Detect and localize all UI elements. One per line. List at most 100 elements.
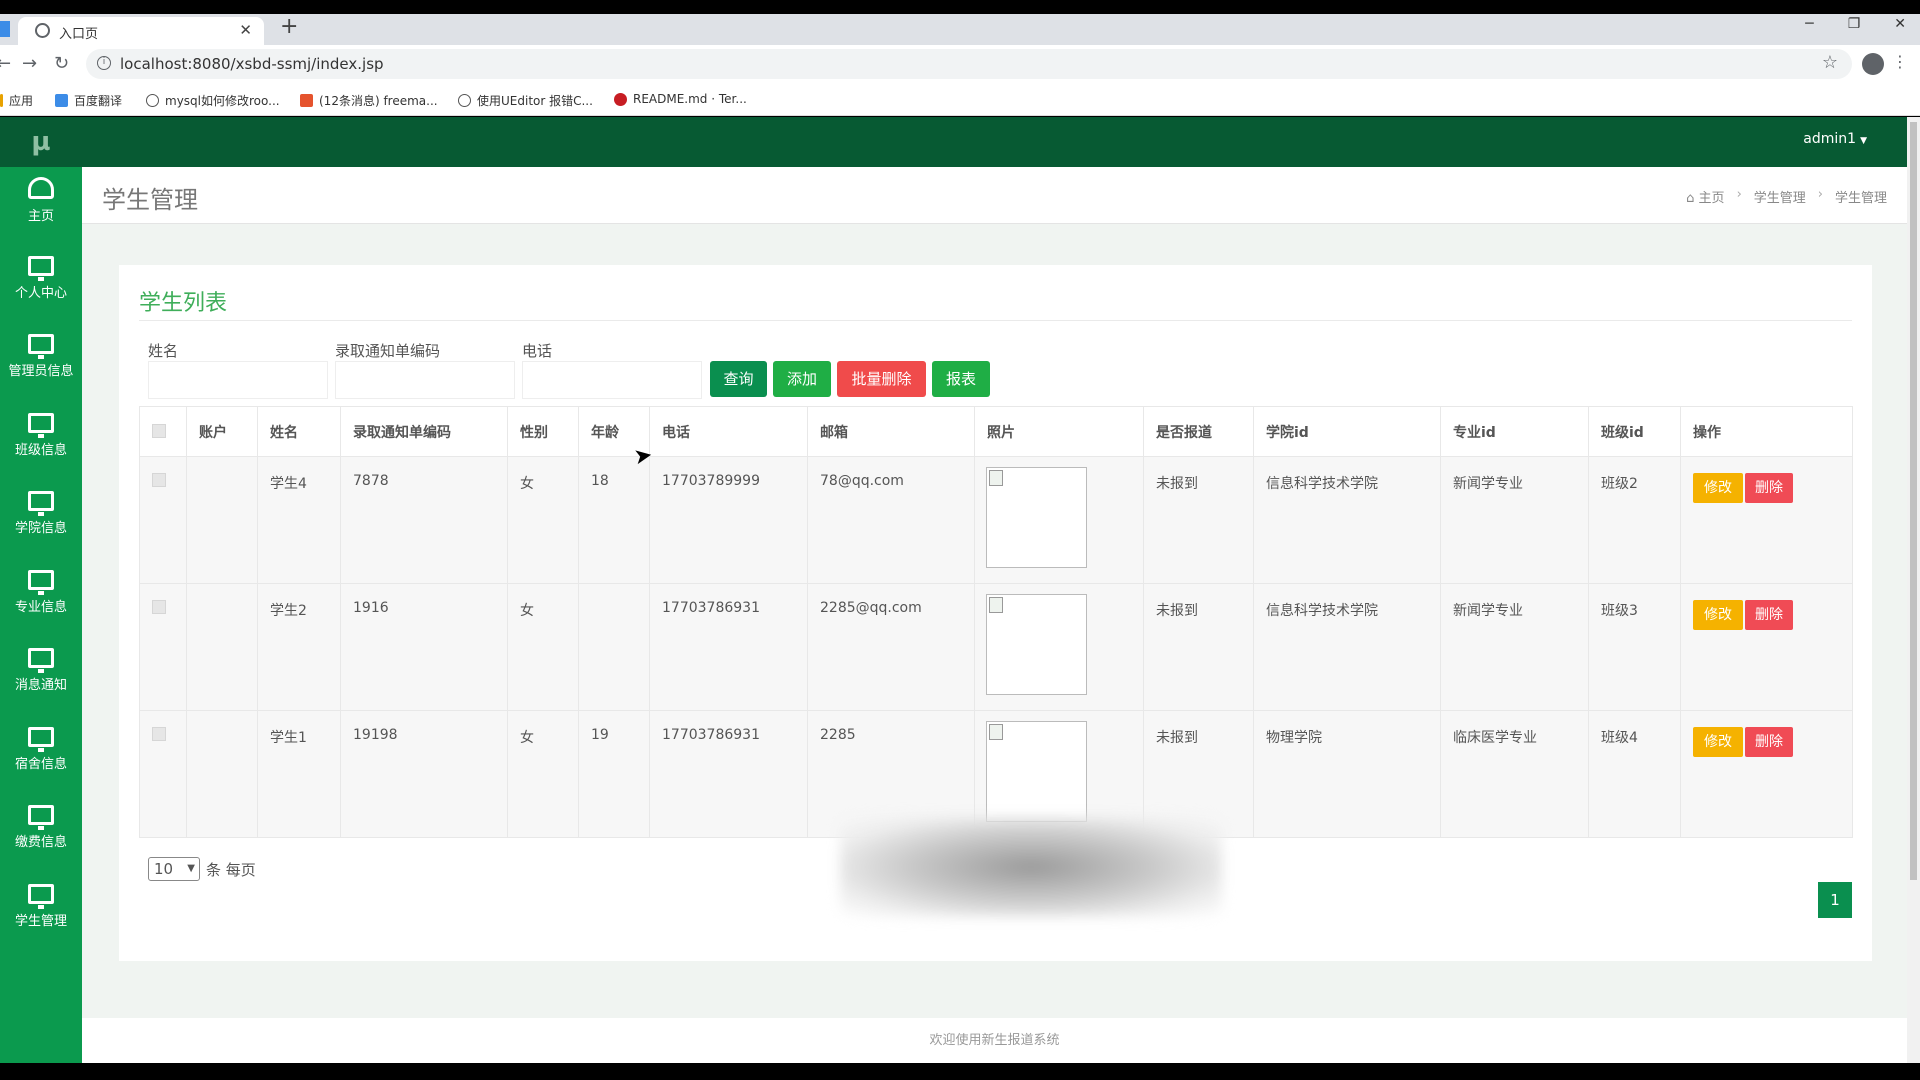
column-header[interactable]: 电话 (649, 406, 808, 457)
sidebar-item-majors[interactable]: 专业信息 (0, 560, 82, 639)
row-select-cell (139, 583, 187, 711)
reload-icon[interactable]: ↻ (54, 53, 69, 74)
name-cell: 学生1 (257, 710, 341, 838)
tab-close-icon[interactable]: ✕ (239, 21, 252, 39)
add-button[interactable]: 添加 (773, 361, 831, 397)
bookmark-baidu-translate[interactable]: 百度翻译 (55, 92, 122, 109)
top-navbar: admin1 ▼ (82, 117, 1907, 167)
browser-menu-icon[interactable]: ⋮ (1892, 52, 1908, 71)
baidu-translate-icon (55, 94, 68, 107)
edit-button[interactable]: 修改 (1693, 727, 1743, 757)
college-cell: 物理学院 (1253, 710, 1441, 838)
major-cell: 临床医学专业 (1440, 710, 1589, 838)
close-window-icon[interactable]: ✕ (1894, 16, 1906, 32)
forward-icon[interactable]: → (22, 53, 37, 74)
column-header[interactable]: 班级id (1588, 406, 1681, 457)
sidebar-item-classes[interactable]: 班级信息 (0, 403, 82, 482)
blurred-watermark (840, 817, 1222, 917)
link-icon (458, 94, 471, 107)
column-header[interactable]: 照片 (974, 406, 1144, 457)
sidebar-item-colleges[interactable]: 学院信息 (0, 481, 82, 560)
dropdown-caret-icon: ▼ (187, 863, 195, 874)
breadcrumb-item[interactable]: 学生管理 (1754, 187, 1806, 206)
row-checkbox[interactable] (152, 727, 166, 741)
column-header[interactable]: 账户 (186, 406, 258, 457)
photo-cell (974, 456, 1144, 584)
profile-avatar-icon[interactable] (1862, 53, 1884, 75)
broken-image-icon (986, 594, 1087, 695)
link-icon (146, 94, 159, 107)
select-all-checkbox[interactable] (152, 423, 166, 438)
sidebar-item-payments[interactable]: 缴费信息 (0, 795, 82, 874)
new-tab-button[interactable]: + (280, 14, 298, 39)
browser-tab[interactable]: 入口页 ✕ (18, 17, 264, 45)
caret-down-icon: ▼ (1860, 136, 1867, 146)
broken-image-icon (986, 721, 1087, 822)
row-checkbox[interactable] (152, 473, 166, 487)
page-size-select[interactable]: 10 ▼ (148, 857, 200, 881)
code-filter-input[interactable] (335, 361, 515, 399)
report-button[interactable]: 报表 (932, 361, 990, 397)
monitor-icon (28, 412, 54, 438)
monitor-icon (28, 648, 54, 673)
account-cell (186, 456, 258, 584)
column-header[interactable]: 录取通知单编码 (340, 406, 508, 457)
row-checkbox[interactable] (152, 600, 166, 614)
table-row: 学生4 7878 女 18 17703789999 78@qq.com 未报到 … (139, 456, 1853, 584)
csdn-icon (300, 94, 313, 107)
column-header[interactable]: 学院id (1253, 406, 1441, 457)
breadcrumb-home[interactable]: ⌂ 主页 (1686, 187, 1724, 206)
code-cell: 19198 (340, 710, 508, 838)
sidebar-item-notices[interactable]: 消息通知 (0, 638, 82, 717)
column-header[interactable]: 邮箱 (807, 406, 975, 457)
address-bar[interactable]: i localhost:8080/xsbd-ssmj/index.jsp ☆ (86, 49, 1852, 79)
phone-filter-input[interactable] (522, 361, 702, 399)
code-cell: 1916 (340, 583, 508, 711)
major-cell: 新闻学专业 (1440, 583, 1589, 711)
sidebar: µ 主页 个人中心 管理员信息 班级信息 学院信息 专业信息 消息通知 宿舍信息… (0, 117, 82, 1063)
account-cell (186, 710, 258, 838)
column-header[interactable]: 专业id (1440, 406, 1589, 457)
screen: 入口页 ✕ + ─ ❐ ✕ ← → ↻ i localhost:8080/xsb… (0, 0, 1920, 1080)
bookmark-mysql[interactable]: mysql如何修改roo... (146, 92, 280, 109)
phone-cell: 17703789999 (649, 456, 808, 584)
sidebar-item-students[interactable]: 学生管理 (0, 874, 82, 953)
column-header[interactable]: 性别 (507, 406, 579, 457)
query-button[interactable]: 查询 (710, 361, 767, 397)
page-number-button[interactable]: 1 (1818, 882, 1852, 918)
sidebar-item-profile[interactable]: 个人中心 (0, 246, 82, 325)
delete-button[interactable]: 删除 (1745, 600, 1793, 630)
college-cell: 信息科学技术学院 (1253, 456, 1441, 584)
name-filter-input[interactable] (148, 361, 328, 399)
breadcrumb-separator: › (1817, 187, 1823, 202)
edit-button[interactable]: 修改 (1693, 473, 1743, 503)
restore-icon[interactable]: ❐ (1848, 16, 1861, 32)
bookmark-apps[interactable]: 应用 (0, 92, 33, 109)
bookmark-ueditor[interactable]: 使用UEditor 报错C... (458, 92, 593, 109)
student-table: 账户 姓名 录取通知单编码 性别 年龄 电话 邮箱 照片 是否报道 学院id 专… (139, 406, 1853, 838)
gender-cell: 女 (507, 456, 579, 584)
minimize-icon[interactable]: ─ (1805, 16, 1813, 32)
bookmark-readme[interactable]: README.md · Ter... (614, 92, 747, 106)
card-title: 学生列表 (139, 291, 228, 316)
sidebar-item-admins[interactable]: 管理员信息 (0, 324, 82, 403)
back-icon[interactable]: ← (0, 53, 11, 74)
delete-button[interactable]: 删除 (1745, 473, 1793, 503)
sidebar-item-dorms[interactable]: 宿舍信息 (0, 717, 82, 796)
gitee-icon (614, 92, 627, 106)
scrollbar-thumb[interactable] (1910, 122, 1917, 880)
user-menu[interactable]: admin1 ▼ (1803, 131, 1867, 147)
bookmark-star-icon[interactable]: ☆ (1822, 52, 1838, 73)
delete-button[interactable]: 删除 (1745, 727, 1793, 757)
column-header[interactable]: 姓名 (257, 406, 341, 457)
batch-delete-button[interactable]: 批量删除 (837, 361, 926, 397)
page-scrollbar[interactable] (1907, 117, 1920, 1063)
column-header[interactable]: 是否报道 (1143, 406, 1254, 457)
info-icon[interactable]: i (97, 56, 111, 70)
bookmark-csdn[interactable]: (12条消息) freema... (300, 92, 438, 109)
row-select-cell (139, 710, 187, 838)
row-select-cell (139, 456, 187, 584)
sidebar-item-home[interactable]: 主页 (0, 167, 82, 246)
home-icon: ⌂ (1686, 191, 1699, 206)
edit-button[interactable]: 修改 (1693, 600, 1743, 630)
